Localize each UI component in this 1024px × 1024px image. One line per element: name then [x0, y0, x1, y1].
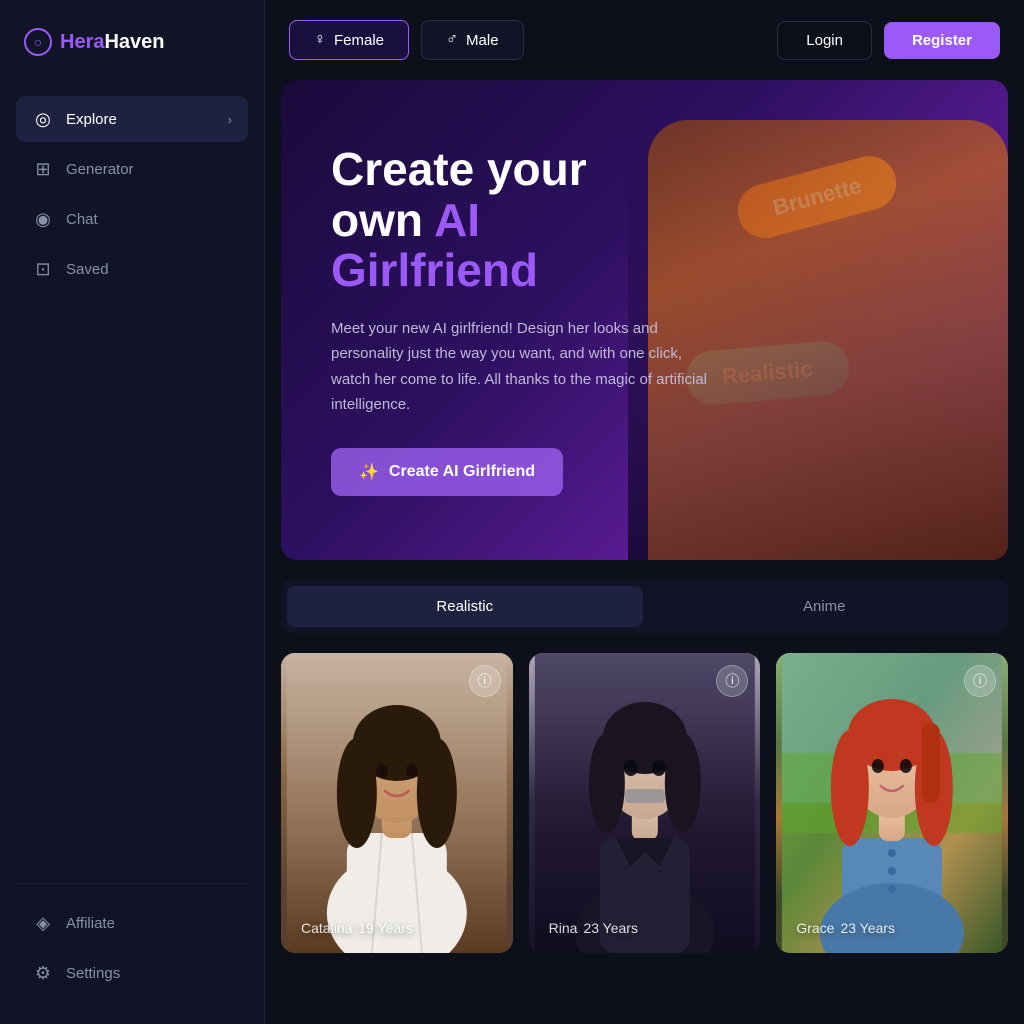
create-ai-girlfriend-button[interactable]: ✨ Create AI Girlfriend: [331, 448, 563, 496]
logo-text: HeraHaven: [60, 31, 165, 54]
anime-tab-label: Anime: [803, 598, 846, 615]
sidebar-nav: ◎ Explore › ⊞ Generator ◉ Chat ⊡ Saved: [16, 96, 248, 883]
sidebar-bottom-nav: ◈ Affiliate ⚙ Settings: [16, 883, 248, 996]
login-button[interactable]: Login: [777, 21, 872, 60]
sidebar-item-label: Explore: [66, 111, 117, 128]
catalina-svg: [281, 653, 513, 953]
main-content: ♀ Female ♂ Male Login Register Create yo…: [265, 0, 1024, 1024]
logo-brand-part2: Haven: [104, 31, 164, 53]
sidebar-item-label: Affiliate: [66, 915, 115, 932]
rina-svg: [529, 653, 761, 953]
rina-name: Rina: [549, 920, 578, 936]
catalina-name: Catalina: [301, 920, 352, 936]
sidebar-item-label: Saved: [66, 261, 109, 278]
grace-name: Grace: [796, 920, 834, 936]
female-label: Female: [334, 32, 384, 49]
sidebar-item-generator[interactable]: ⊞ Generator: [16, 146, 248, 192]
female-icon: ♀: [314, 31, 326, 49]
explore-icon: ◎: [32, 108, 54, 130]
hero-banner: Create your own AI Girlfriend Meet your …: [281, 80, 1008, 560]
card-catalina-image: [281, 653, 513, 953]
male-label: Male: [466, 32, 499, 49]
hero-title-line2-plain: own: [331, 194, 434, 246]
rina-label: Rina 23 Years: [543, 916, 638, 939]
register-button[interactable]: Register: [884, 22, 1000, 59]
affiliate-icon: ◈: [32, 912, 54, 934]
logo-icon: ○: [24, 28, 52, 56]
hero-title-girlfriend: Girlfriend: [331, 244, 538, 296]
page-header: ♀ Female ♂ Male Login Register: [265, 0, 1024, 80]
catalina-label: Catalina 19 Years: [295, 916, 413, 939]
card-grace[interactable]: ⓘ Grace 23 Years: [776, 653, 1008, 953]
generator-icon: ⊞: [32, 158, 54, 180]
chat-icon: ◉: [32, 208, 54, 230]
magic-wand-icon: ✨: [359, 462, 379, 482]
grace-age: 23 Years: [840, 920, 895, 936]
hero-title: Create your own AI Girlfriend: [331, 144, 711, 296]
sidebar-item-saved[interactable]: ⊡ Saved: [16, 246, 248, 292]
filter-tabs: Realistic Anime: [281, 580, 1008, 633]
sidebar-item-affiliate[interactable]: ◈ Affiliate: [16, 900, 248, 946]
cards-grid: ⓘ Catalina 19 Years: [281, 653, 1008, 953]
card-catalina[interactable]: ⓘ Catalina 19 Years: [281, 653, 513, 953]
tab-realistic[interactable]: Realistic: [287, 586, 643, 627]
settings-icon: ⚙: [32, 962, 54, 984]
hero-title-ai: AI: [434, 194, 480, 246]
cta-label: Create AI Girlfriend: [389, 463, 535, 481]
logo-brand-part1: Hera: [60, 31, 104, 53]
chevron-right-icon: ›: [228, 112, 232, 127]
grace-info-button[interactable]: ⓘ: [964, 665, 996, 697]
saved-icon: ⊡: [32, 258, 54, 280]
sidebar-item-label: Generator: [66, 161, 134, 178]
hero-title-line1: Create your: [331, 143, 587, 195]
male-filter-button[interactable]: ♂ Male: [421, 20, 524, 60]
card-grace-image: [776, 653, 1008, 953]
hero-content: Create your own AI Girlfriend Meet your …: [281, 94, 761, 546]
sidebar-item-settings[interactable]: ⚙ Settings: [16, 950, 248, 996]
logo: ○ HeraHaven: [16, 28, 248, 56]
sidebar: ○ HeraHaven ◎ Explore › ⊞ Generator ◉ Ch…: [0, 0, 265, 1024]
tab-anime[interactable]: Anime: [647, 586, 1003, 627]
card-rina[interactable]: ⓘ Rina23 Years: [529, 653, 761, 953]
realistic-tab-label: Realistic: [436, 598, 493, 615]
sidebar-item-explore[interactable]: ◎ Explore ›: [16, 96, 248, 142]
female-filter-button[interactable]: ♀ Female: [289, 20, 409, 60]
grace-label: Grace 23 Years: [790, 916, 895, 939]
grace-svg: [776, 653, 1008, 953]
rina-age: 23 Years: [583, 920, 638, 936]
hero-description: Meet your new AI girlfriend! Design her …: [331, 316, 711, 418]
catalina-age: 19 Years: [358, 920, 413, 936]
sidebar-item-label: Settings: [66, 965, 120, 982]
card-rina-image: [529, 653, 761, 953]
catalina-info-button[interactable]: ⓘ: [469, 665, 501, 697]
sidebar-item-label: Chat: [66, 211, 98, 228]
sidebar-item-chat[interactable]: ◉ Chat: [16, 196, 248, 242]
male-icon: ♂: [446, 31, 458, 49]
